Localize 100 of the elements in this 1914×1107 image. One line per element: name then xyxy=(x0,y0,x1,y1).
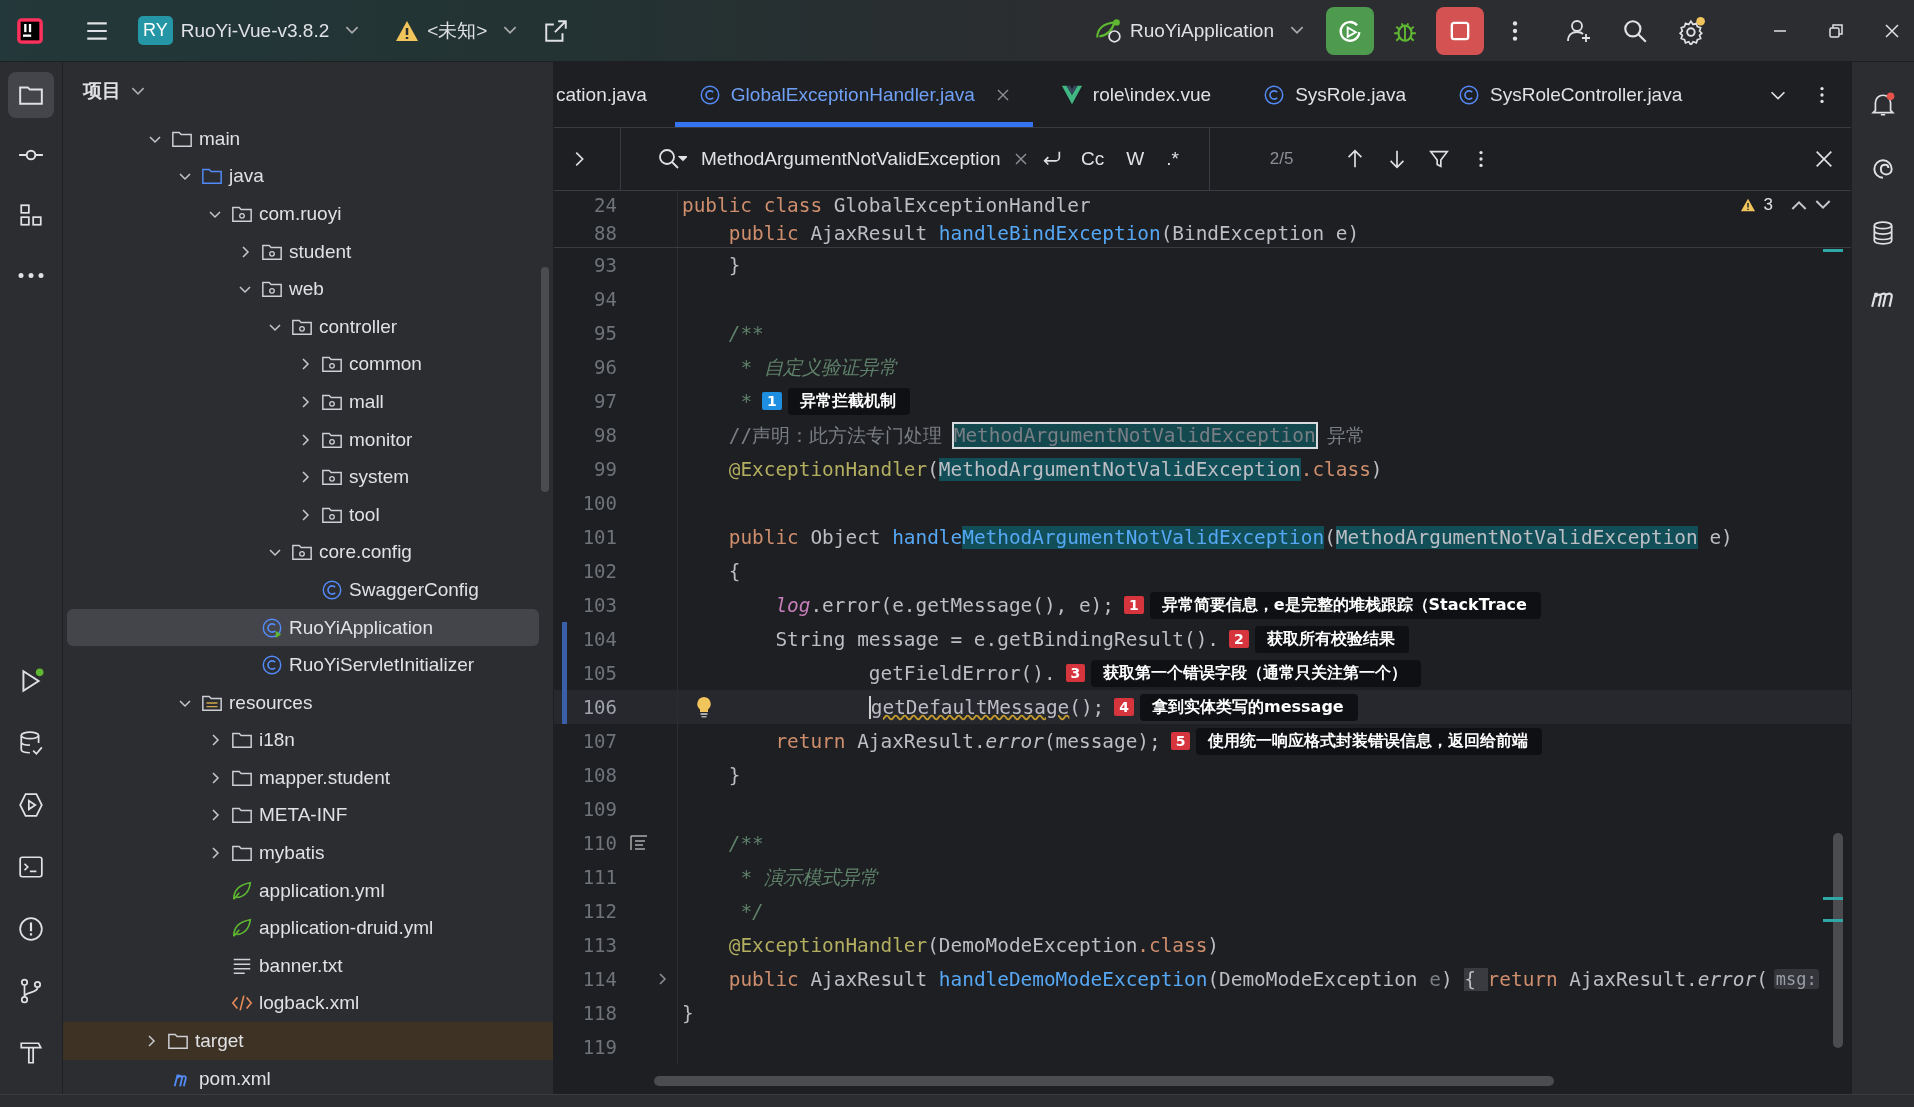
code-text: getFieldError(). xyxy=(868,661,1056,685)
number-badge: 2 xyxy=(1229,630,1249,648)
line-number: 109 xyxy=(581,798,617,820)
warning-count: 3 xyxy=(1763,195,1773,215)
tree-item[interactable]: SwaggerConfig xyxy=(67,571,539,609)
run-configuration-selector[interactable]: RuoYiApplication xyxy=(1086,13,1312,48)
number-badge: 1 xyxy=(1123,596,1144,614)
tree-item[interactable]: java xyxy=(67,157,539,196)
code-keyword: public xyxy=(728,967,800,991)
tree-item[interactable]: application.yml xyxy=(67,871,539,910)
project-avatar: RY xyxy=(138,16,173,45)
tree-item[interactable]: web xyxy=(67,270,539,308)
line-number: 103 xyxy=(581,594,617,616)
code-text: ( xyxy=(1756,967,1768,991)
code-keyword: .class xyxy=(1137,933,1208,957)
tree-item[interactable]: resources xyxy=(67,683,539,722)
code-text: { xyxy=(728,559,741,583)
tree-item[interactable]: logback.xml xyxy=(67,984,539,1023)
tree-item[interactable]: i18n xyxy=(67,721,539,760)
tree-item[interactable]: RuoYiServletInitializer xyxy=(67,646,539,684)
code-text: } xyxy=(682,1001,694,1025)
tree-item[interactable]: monitor xyxy=(67,420,539,459)
tree-item[interactable]: target xyxy=(63,1022,553,1060)
code-annotation: @ExceptionHandler xyxy=(728,457,928,481)
search-match: MethodArgumentNotValidException xyxy=(1335,525,1698,549)
line-number: 98 xyxy=(593,424,617,446)
line-number: 100 xyxy=(581,492,617,514)
project-view-selector[interactable]: 项目 xyxy=(79,76,149,106)
search-option-button[interactable]: W xyxy=(1122,146,1149,172)
code-text: AjaxResult. xyxy=(857,729,986,753)
code-text: } xyxy=(728,763,741,787)
line-number: 88 xyxy=(593,222,617,244)
line-number: 112 xyxy=(581,900,617,922)
line-number: 108 xyxy=(581,764,617,786)
code-text: ) xyxy=(1207,933,1220,957)
search-field[interactable]: MethodArgumentNotValidException Cc W .* xyxy=(620,128,1210,190)
code-text: AjaxResult xyxy=(810,967,929,991)
editor-tab[interactable]: cation.java xyxy=(554,62,671,127)
folded-block: { xyxy=(1464,967,1488,991)
tree-item[interactable]: common xyxy=(67,345,539,384)
tree-item[interactable]: controller xyxy=(67,307,539,346)
tree-item[interactable]: mybatis xyxy=(67,834,539,872)
code-text: (); xyxy=(1069,695,1105,719)
code-method: error xyxy=(1697,967,1757,991)
tree-item[interactable]: student xyxy=(67,232,539,271)
line-number: 102 xyxy=(581,560,617,582)
editor-tab[interactable]: GlobalExceptionHandler.java xyxy=(674,62,1033,127)
doc-comment: * 演示模式异常 xyxy=(740,864,878,891)
code-parameter: e xyxy=(1429,967,1441,991)
editor-tab[interactable]: role\index.vue xyxy=(1036,62,1236,127)
code-method: handleBindException xyxy=(938,221,1161,245)
code-text: AjaxResult xyxy=(810,221,929,245)
code-keyword: public xyxy=(728,221,800,245)
line-number: 118 xyxy=(581,1002,617,1024)
tree-item[interactable]: mapper.student xyxy=(67,759,539,797)
code-method: getDefaultMessage xyxy=(868,695,1070,719)
number-badge: 1 xyxy=(762,392,782,410)
tree-item[interactable]: META-INF xyxy=(67,796,539,835)
search-match: MethodArgumentNotValidException xyxy=(938,457,1301,481)
tree-item[interactable]: RuoYiApplication xyxy=(67,608,539,647)
code-text: (DemoModeException xyxy=(927,933,1138,957)
number-badge: 3 xyxy=(1065,664,1086,682)
line-number: 111 xyxy=(581,866,617,888)
code-text: (message); xyxy=(1043,729,1161,753)
search-option-button[interactable]: Cc xyxy=(1077,146,1109,172)
code-keyword: return xyxy=(775,729,847,753)
tree-item[interactable]: main xyxy=(67,120,539,158)
vcs-selector[interactable]: <未知> xyxy=(387,13,526,48)
code-keyword: return xyxy=(1487,967,1559,991)
line-number: 95 xyxy=(593,322,617,344)
code-text: (DemoModeException xyxy=(1207,967,1419,991)
tree-item[interactable]: banner.txt xyxy=(67,947,539,985)
line-number: 24 xyxy=(593,194,617,216)
doc-comment: /** xyxy=(728,831,764,855)
doc-comment: * xyxy=(740,389,753,413)
tree-item[interactable]: tool xyxy=(67,495,539,534)
tree-item[interactable]: core.config xyxy=(67,533,539,572)
project-selector[interactable]: RY RuoYi-Vue-v3.8.2 xyxy=(130,12,368,49)
line-number: 104 xyxy=(581,628,617,650)
code-text: ( xyxy=(1324,525,1336,549)
tree-item[interactable]: pom.xml xyxy=(67,1059,539,1098)
line-number: 101 xyxy=(581,526,617,548)
line-number: 105 xyxy=(581,662,617,684)
tree-item[interactable]: mall xyxy=(67,383,539,421)
line-number: 107 xyxy=(581,730,617,752)
tree-item[interactable]: system xyxy=(67,458,539,496)
annotation-label: 拿到实体类写的message xyxy=(1140,693,1358,721)
code-text: (BindException e) xyxy=(1160,221,1360,245)
search-option-button[interactable]: .* xyxy=(1162,146,1183,172)
annotation-label: 异常拦截机制 xyxy=(787,387,910,415)
code-keyword: public xyxy=(728,525,800,549)
tree-item[interactable]: application-druid.yml xyxy=(67,909,539,948)
code-keyword: .class xyxy=(1300,457,1371,481)
editor-tab[interactable]: SysRoleController.java xyxy=(1434,62,1707,127)
editor-tab[interactable]: SysRole.java xyxy=(1239,62,1431,127)
line-number: 119 xyxy=(581,1036,617,1058)
annotation-label: 获取所有校验结果 xyxy=(1254,625,1409,653)
annotation-label: 使用统一响应格式封装错误信息，返回给前端 xyxy=(1196,727,1543,755)
tree-item[interactable]: com.ruoyi xyxy=(67,195,539,233)
code-text: ( xyxy=(927,457,939,481)
